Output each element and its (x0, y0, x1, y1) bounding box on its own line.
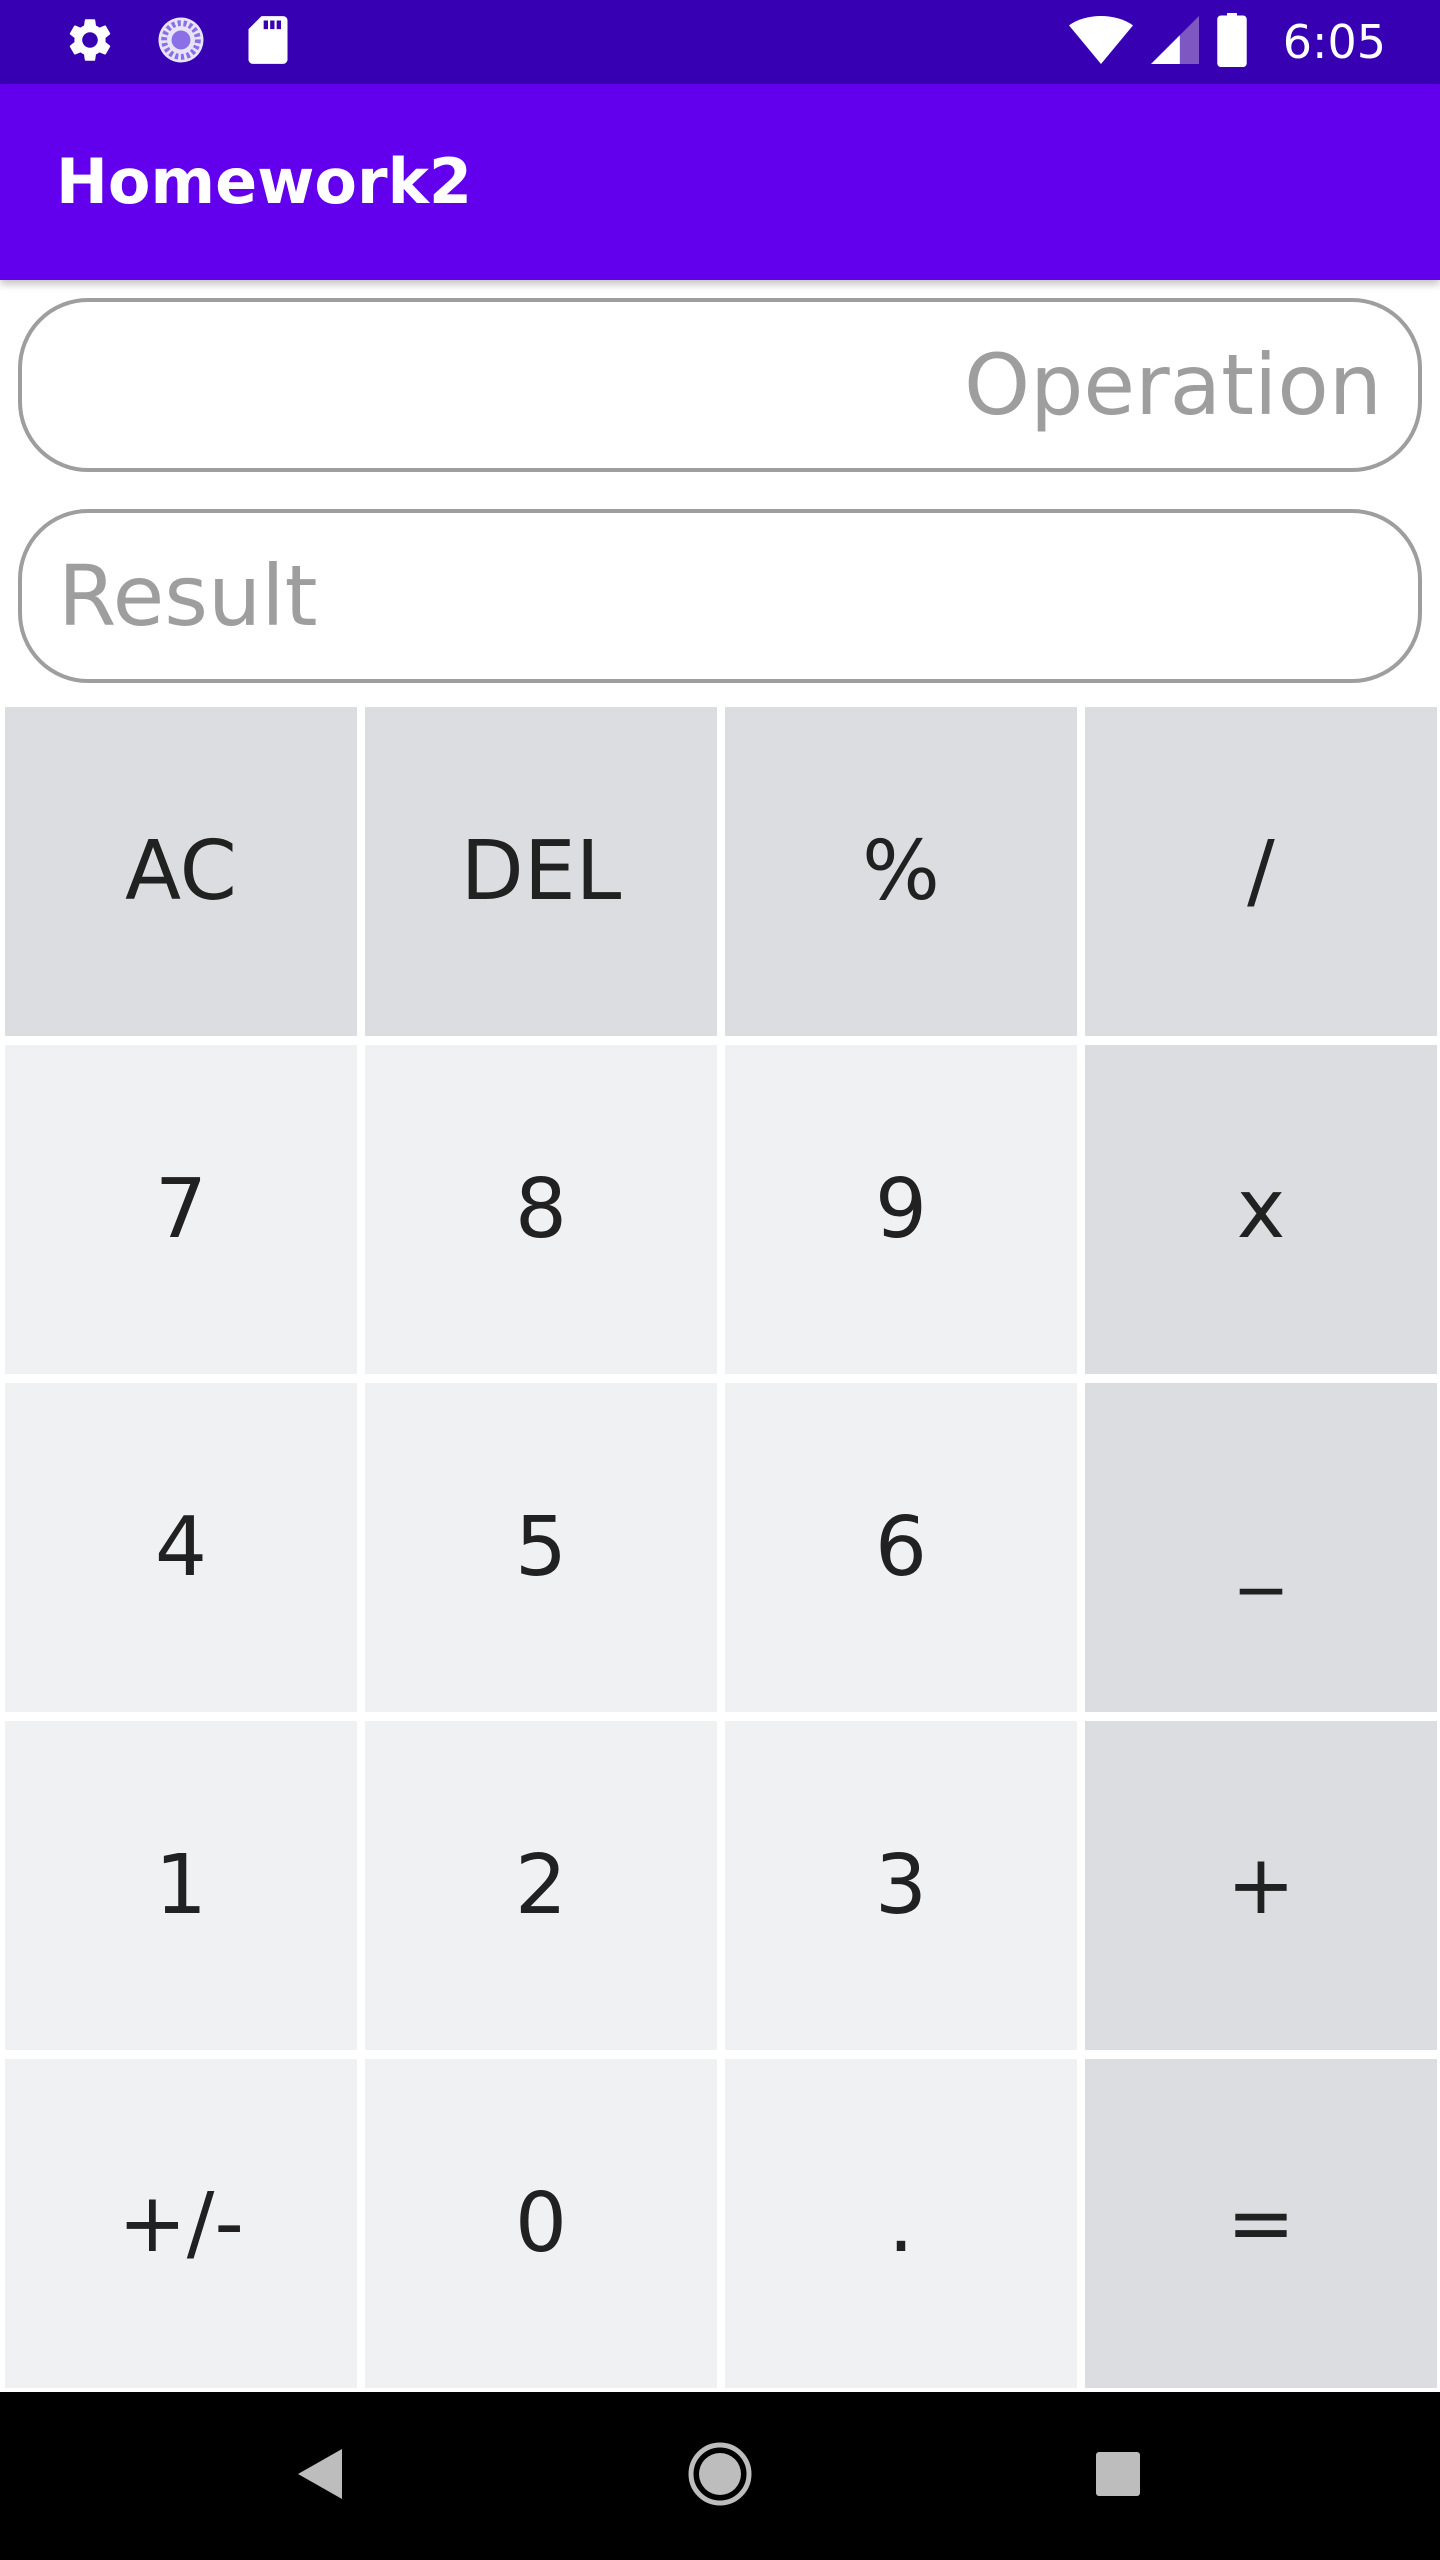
navigation-bar (0, 2392, 1440, 2560)
cell-signal-icon (1150, 15, 1199, 69)
status-bar-notifications (64, 0, 290, 84)
digit-4-button[interactable]: 4 (5, 1383, 357, 1712)
result-field[interactable]: Result (18, 509, 1422, 683)
operation-field[interactable]: Operation (18, 298, 1422, 472)
delete-button[interactable]: DEL (365, 707, 717, 1036)
back-triangle-icon (298, 2449, 342, 2503)
percent-button[interactable]: % (725, 707, 1077, 1036)
operation-placeholder: Operation (963, 336, 1382, 434)
home-circle-icon (687, 2441, 753, 2511)
wifi-icon (1068, 15, 1133, 69)
equals-button[interactable]: = (1085, 2059, 1437, 2388)
digit-5-button[interactable]: 5 (365, 1383, 717, 1712)
multiply-button[interactable]: x (1085, 1045, 1437, 1374)
decimal-point-button[interactable]: . (725, 2059, 1077, 2388)
status-bar-system: 6:05 (1068, 0, 1386, 84)
loading-spinner-icon (154, 13, 208, 71)
digit-0-button[interactable]: 0 (365, 2059, 717, 2388)
battery-icon (1216, 13, 1247, 71)
recents-square-icon (1096, 2452, 1140, 2500)
digit-6-button[interactable]: 6 (725, 1383, 1077, 1712)
digit-3-button[interactable]: 3 (725, 1721, 1077, 2050)
recents-button[interactable] (1068, 2392, 1168, 2560)
status-bar: 6:05 (0, 0, 1440, 84)
result-placeholder: Result (58, 547, 318, 645)
calculator-keypad: AC DEL%/ 7 8 9 x 4 5 6 _ 1 2 3 + +/- 0. = (5, 707, 1437, 2390)
sd-card-icon (246, 14, 290, 70)
app-title: Homework2 (56, 145, 472, 218)
digit-9-button[interactable]: 9 (725, 1045, 1077, 1374)
status-time: 6:05 (1282, 15, 1386, 69)
all-clear-button[interactable]: AC (5, 707, 357, 1036)
settings-gear-icon (64, 14, 116, 70)
digit-1-button[interactable]: 1 (5, 1721, 357, 2050)
home-button[interactable] (670, 2392, 770, 2560)
app-bar: Homework2 (0, 84, 1440, 280)
digit-8-button[interactable]: 8 (365, 1045, 717, 1374)
digit-2-button[interactable]: 2 (365, 1721, 717, 2050)
toggle-sign-button[interactable]: +/- (5, 2059, 357, 2388)
back-button[interactable] (270, 2392, 370, 2560)
add-button[interactable]: + (1085, 1721, 1437, 2050)
subtract-button[interactable]: _ (1085, 1383, 1437, 1712)
digit-7-button[interactable]: 7 (5, 1045, 357, 1374)
divide-button[interactable]: / (1085, 707, 1437, 1036)
